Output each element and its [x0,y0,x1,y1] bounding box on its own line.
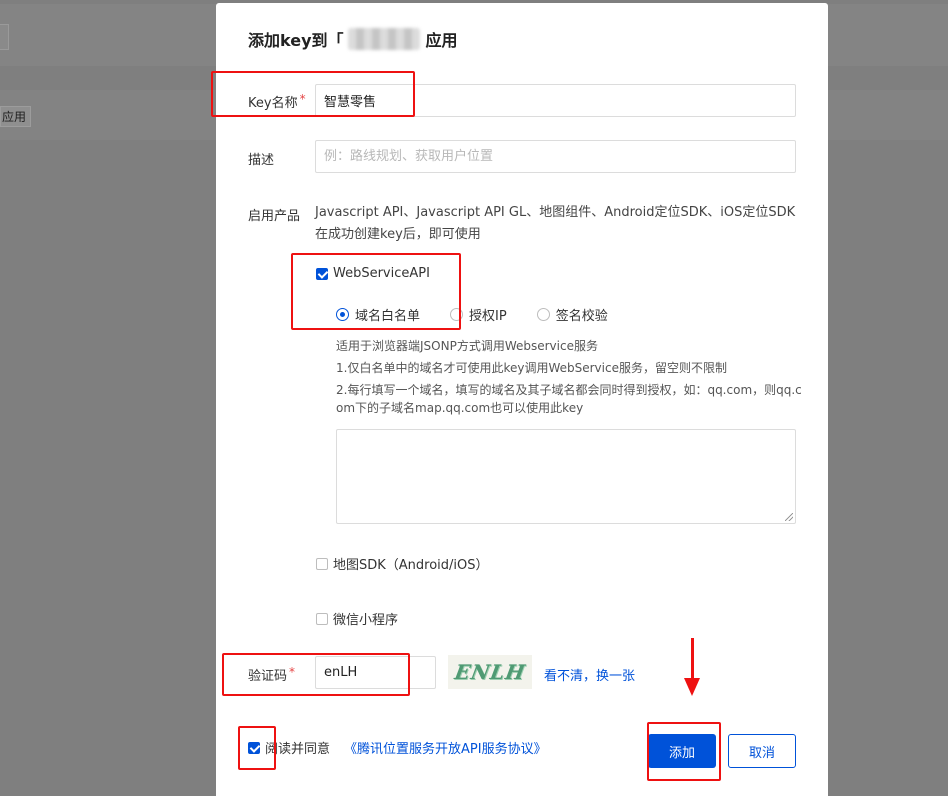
checkbox-checked-icon [248,741,260,754]
domain-whitelist-textarea[interactable] [336,429,796,524]
radio-unselected-icon [450,308,464,321]
radio-selected-icon [336,308,349,321]
description-label: 描述 [248,153,275,168]
wechat-miniprogram-checkbox[interactable]: 微信小程序 [316,609,398,628]
required-mark: * [289,665,296,679]
cancel-button[interactable]: 取消 [728,734,796,768]
checkbox-unchecked-icon [316,612,328,625]
agreement-link[interactable]: 《腾讯位置服务开放API服务协议》 [344,738,547,757]
wechat-label: 微信小程序 [333,613,399,628]
dialog-title-suffix: 应用 [425,31,458,50]
captcha-image-text: ENLH [452,660,528,684]
captcha-label: 验证码 * [248,665,295,684]
checkbox-unchecked-icon [316,557,328,570]
webservice-hint-3a: 2.每行填写一个域名，填写的域名及其子域名都会同时得到授权，如：qq.com，则… [336,383,802,397]
required-mark: * [299,92,306,106]
radio-label: 签名校验 [555,309,608,324]
key-name-input[interactable] [315,84,796,117]
captcha-input[interactable] [315,656,436,689]
dialog-title-prefix: 添加key到「 [248,31,344,50]
webservice-hint-1: 适用于浏览器端JSONP方式调用Webservice服务 [336,339,598,353]
captcha-refresh-link[interactable]: 看不清，换一张 [544,665,635,684]
redacted-app-name [347,28,420,50]
map-sdk-checkbox[interactable]: 地图SDK（Android/iOS） [316,554,489,573]
checkbox-checked-icon [316,267,328,280]
radio-authorized-ip[interactable]: 授权IP [450,305,507,324]
radio-signature-check[interactable]: 签名校验 [536,305,608,324]
webservice-hint-3b: om下的子域名map.qq.com也可以使用此key [336,401,584,415]
description-input[interactable] [315,140,796,173]
radio-label: 域名白名单 [355,309,421,324]
webservice-hint-2: 1.仅白名单中的域名才可使用此key调用WebService服务，留空则不限制 [336,361,727,375]
products-label: 启用产品 [248,209,301,224]
radio-label: 授权IP [469,309,507,324]
radio-unselected-icon [536,308,550,321]
map-sdk-label: 地图SDK（Android/iOS） [333,558,489,573]
add-button[interactable]: 添加 [648,734,716,768]
auth-mode-radio-group: 域名白名单 授权IP 签名校验 [336,305,638,324]
captcha-image[interactable]: ENLH [448,655,532,689]
arrow-down-icon [684,678,700,696]
dialog-title: 添加key到「 应用 [248,27,458,51]
captcha-label-text: 验证码 [248,669,288,684]
radio-domain-whitelist[interactable]: 域名白名单 [336,305,420,324]
products-intro: Javascript API、Javascript API GL、地图组件、An… [315,205,796,242]
background-input-edge [0,24,9,50]
agreement-text: 阅读并同意 [265,742,331,757]
add-key-dialog: 添加key到「 应用 Key名称* 描述 启用产品 Javascript API… [216,3,828,803]
background-app-button[interactable]: 应用 [0,106,32,127]
agreement-checkbox[interactable]: 阅读并同意 [248,738,330,757]
webservice-checkbox[interactable]: WebServiceAPI [316,266,430,281]
key-name-label-text: Key名称 [248,96,298,111]
key-name-label: Key名称 * [248,92,306,111]
resize-grip-icon[interactable] [785,513,793,521]
webservice-label: WebServiceAPI [333,266,430,281]
